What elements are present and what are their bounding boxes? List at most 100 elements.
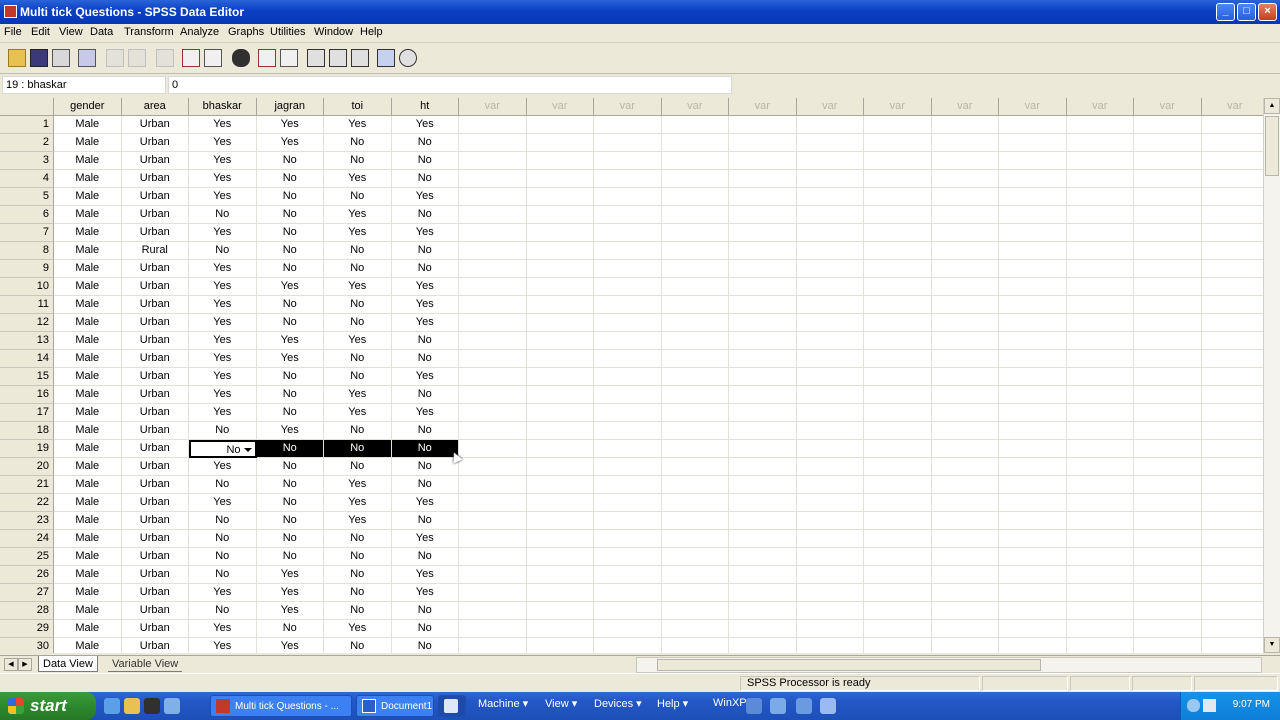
save-icon[interactable] — [30, 49, 48, 67]
empty-cell[interactable] — [459, 170, 527, 188]
empty-cell[interactable] — [527, 638, 594, 653]
empty-cell[interactable] — [1134, 350, 1202, 368]
empty-cell[interactable] — [661, 296, 729, 314]
empty-cell[interactable] — [999, 458, 1067, 476]
empty-cell[interactable] — [864, 602, 932, 620]
empty-cell[interactable] — [796, 206, 864, 224]
data-cell-gender[interactable]: Male — [54, 188, 122, 206]
menu-window[interactable]: Window — [314, 26, 353, 38]
empty-cell[interactable] — [729, 620, 797, 638]
empty-cell[interactable] — [1201, 314, 1263, 332]
row-number[interactable]: 19 — [0, 440, 54, 458]
data-cell-ht[interactable]: Yes — [391, 404, 459, 422]
empty-cell[interactable] — [729, 368, 797, 386]
empty-cell[interactable] — [999, 188, 1067, 206]
empty-cell[interactable] — [661, 152, 729, 170]
data-cell-ht[interactable]: No — [391, 206, 459, 224]
empty-cell[interactable] — [1201, 116, 1263, 134]
data-cell-bhaskar[interactable]: Yes — [189, 314, 257, 332]
empty-cell[interactable] — [999, 116, 1067, 134]
empty-cell[interactable] — [526, 350, 594, 368]
empty-cell[interactable] — [594, 530, 662, 548]
data-cell-gender[interactable]: Male — [54, 602, 122, 620]
empty-cell[interactable] — [1201, 530, 1263, 548]
empty-cell[interactable] — [526, 494, 594, 512]
row-number[interactable]: 12 — [0, 314, 54, 332]
empty-cell[interactable] — [999, 152, 1067, 170]
column-header-var[interactable]: var — [999, 98, 1067, 116]
empty-cell[interactable] — [1134, 242, 1202, 260]
empty-cell[interactable] — [931, 584, 999, 602]
tab-next-icon[interactable]: ▶ — [18, 658, 32, 671]
empty-cell[interactable] — [796, 458, 864, 476]
data-cell-jagran[interactable]: Yes — [256, 134, 324, 152]
empty-cell[interactable] — [459, 188, 527, 206]
empty-cell[interactable] — [1201, 296, 1263, 314]
empty-cell[interactable] — [796, 530, 864, 548]
data-cell-gender[interactable]: Male — [54, 206, 122, 224]
vm-menu-help[interactable]: Help ▾ — [657, 697, 688, 710]
empty-cell[interactable] — [1066, 602, 1134, 620]
dropdown-arrow-icon[interactable] — [243, 448, 252, 452]
data-cell-jagran[interactable]: Yes — [256, 350, 324, 368]
menu-view[interactable]: View — [59, 26, 83, 38]
empty-cell[interactable] — [999, 602, 1067, 620]
data-cell-jagran[interactable]: Yes — [256, 332, 324, 350]
empty-cell[interactable] — [999, 566, 1067, 584]
empty-cell[interactable] — [729, 602, 797, 620]
empty-cell[interactable] — [864, 386, 932, 404]
data-cell-toi[interactable]: Yes — [324, 476, 392, 494]
data-cell-jagran[interactable]: No — [256, 530, 324, 548]
data-cell-gender[interactable]: Male — [54, 368, 122, 386]
empty-cell[interactable] — [931, 116, 999, 134]
empty-cell[interactable] — [864, 458, 932, 476]
empty-cell[interactable] — [864, 224, 932, 242]
data-cell-toi[interactable]: Yes — [324, 620, 392, 638]
empty-cell[interactable] — [864, 350, 932, 368]
data-cell-area[interactable]: Urban — [121, 134, 189, 152]
data-cell-area[interactable]: Urban — [121, 620, 189, 638]
empty-cell[interactable] — [1066, 548, 1134, 566]
empty-cell[interactable] — [931, 206, 999, 224]
empty-cell[interactable] — [459, 224, 527, 242]
data-cell-jagran[interactable]: No — [256, 242, 324, 260]
data-cell-toi[interactable]: No — [324, 566, 392, 584]
empty-cell[interactable] — [1066, 116, 1134, 134]
data-cell-jagran[interactable]: No — [256, 494, 324, 512]
empty-cell[interactable] — [1134, 278, 1202, 296]
empty-cell[interactable] — [594, 188, 662, 206]
column-header-var[interactable]: var — [594, 98, 662, 116]
data-cell-jagran[interactable]: Yes — [256, 422, 324, 440]
empty-cell[interactable] — [864, 116, 932, 134]
empty-cell[interactable] — [999, 386, 1067, 404]
data-cell-toi[interactable]: No — [324, 314, 392, 332]
column-header-var[interactable]: var — [1201, 98, 1263, 116]
menu-edit[interactable]: Edit — [31, 26, 50, 38]
data-cell-gender[interactable]: Male — [54, 350, 122, 368]
data-cell-bhaskar[interactable]: Yes — [189, 134, 257, 152]
minimize-button[interactable]: _ — [1216, 3, 1235, 21]
empty-cell[interactable] — [526, 386, 594, 404]
row-number[interactable]: 23 — [0, 512, 54, 530]
open-icon[interactable] — [8, 49, 26, 67]
data-cell-bhaskar[interactable]: Yes — [189, 116, 257, 134]
empty-cell[interactable] — [459, 422, 527, 440]
row-number[interactable]: 7 — [0, 224, 54, 242]
empty-cell[interactable] — [1134, 116, 1202, 134]
empty-cell[interactable] — [796, 512, 864, 530]
empty-cell[interactable] — [1134, 368, 1202, 386]
data-cell-bhaskar[interactable]: Yes — [189, 170, 257, 188]
empty-cell[interactable] — [459, 584, 527, 602]
empty-cell[interactable] — [526, 602, 594, 620]
empty-cell[interactable] — [594, 512, 662, 530]
empty-cell[interactable] — [1134, 440, 1202, 458]
empty-cell[interactable] — [594, 350, 662, 368]
data-cell-bhaskar[interactable]: Yes — [189, 350, 257, 368]
empty-cell[interactable] — [594, 224, 662, 242]
data-cell-jagran[interactable]: No — [256, 440, 324, 458]
empty-cell[interactable] — [931, 422, 999, 440]
empty-cell[interactable] — [1201, 440, 1263, 458]
empty-cell[interactable] — [1201, 548, 1263, 566]
empty-cell[interactable] — [931, 458, 999, 476]
empty-cell[interactable] — [864, 278, 932, 296]
